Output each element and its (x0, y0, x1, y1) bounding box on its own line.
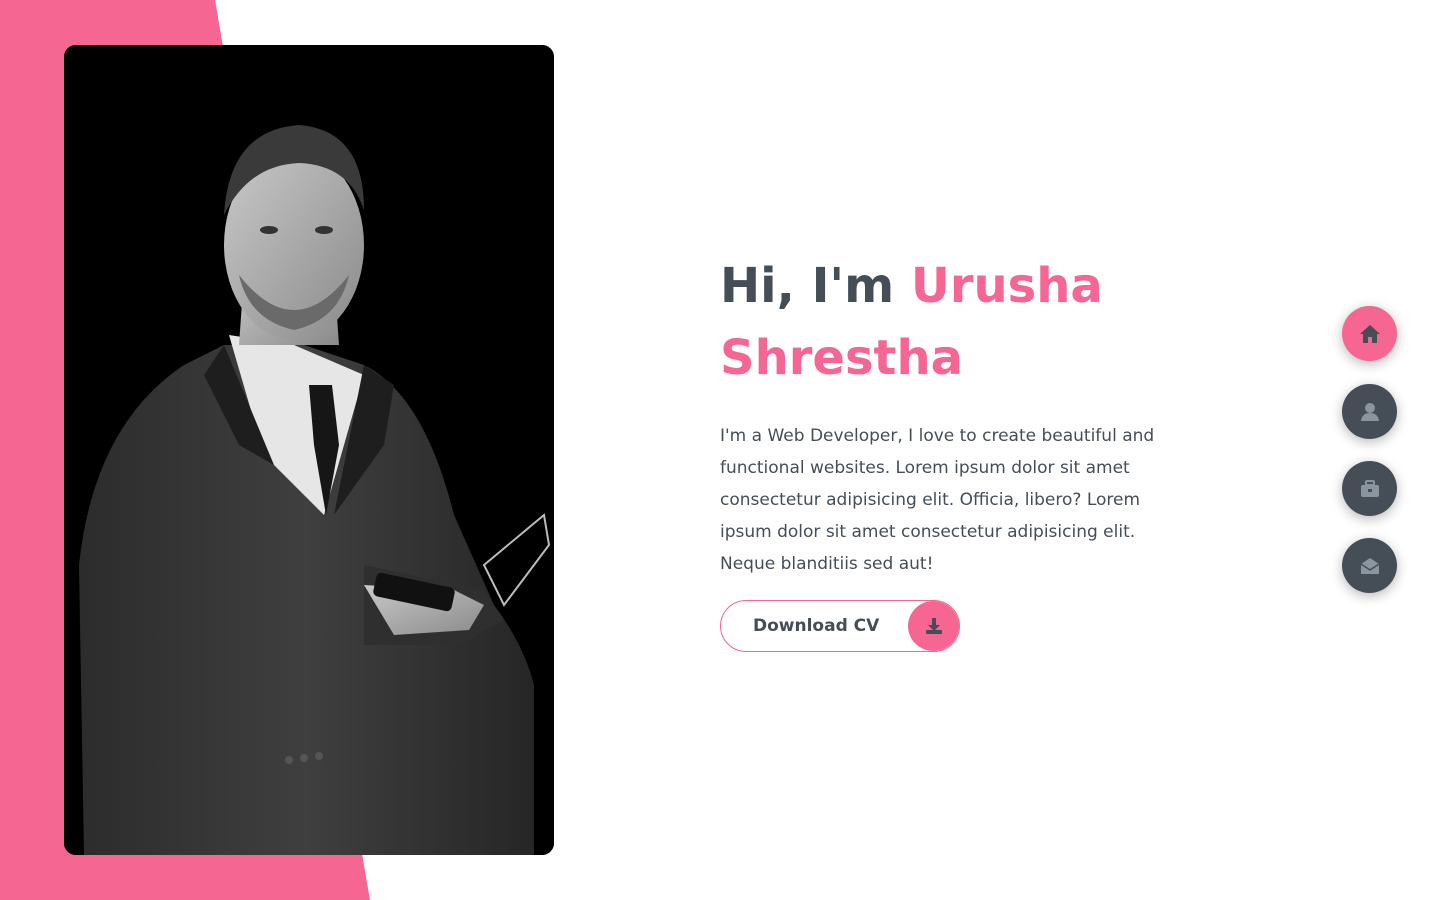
download-icon (908, 601, 959, 651)
portrait-image (64, 45, 554, 855)
user-icon (1360, 402, 1379, 421)
hero-description: I'm a Web Developer, I love to create be… (720, 426, 1155, 574)
hero-title: Hi, I'm Urusha Shrestha (720, 250, 1170, 394)
profile-photo (64, 45, 554, 855)
nav-portfolio-button[interactable] (1342, 461, 1397, 516)
greeting-text: Hi, I'm (720, 258, 895, 314)
download-cv-button[interactable]: Download CV (720, 600, 960, 652)
nav-home-button[interactable] (1342, 306, 1397, 361)
download-cv-label: Download CV (753, 616, 880, 636)
envelope-open-icon (1360, 557, 1379, 574)
briefcase-icon (1360, 479, 1379, 497)
home-icon (1359, 324, 1380, 343)
nav-about-button[interactable] (1342, 384, 1397, 439)
nav-contact-button[interactable] (1342, 538, 1397, 593)
hero-section: Hi, I'm Urusha Shrestha I'm a Web Develo… (720, 250, 1170, 580)
